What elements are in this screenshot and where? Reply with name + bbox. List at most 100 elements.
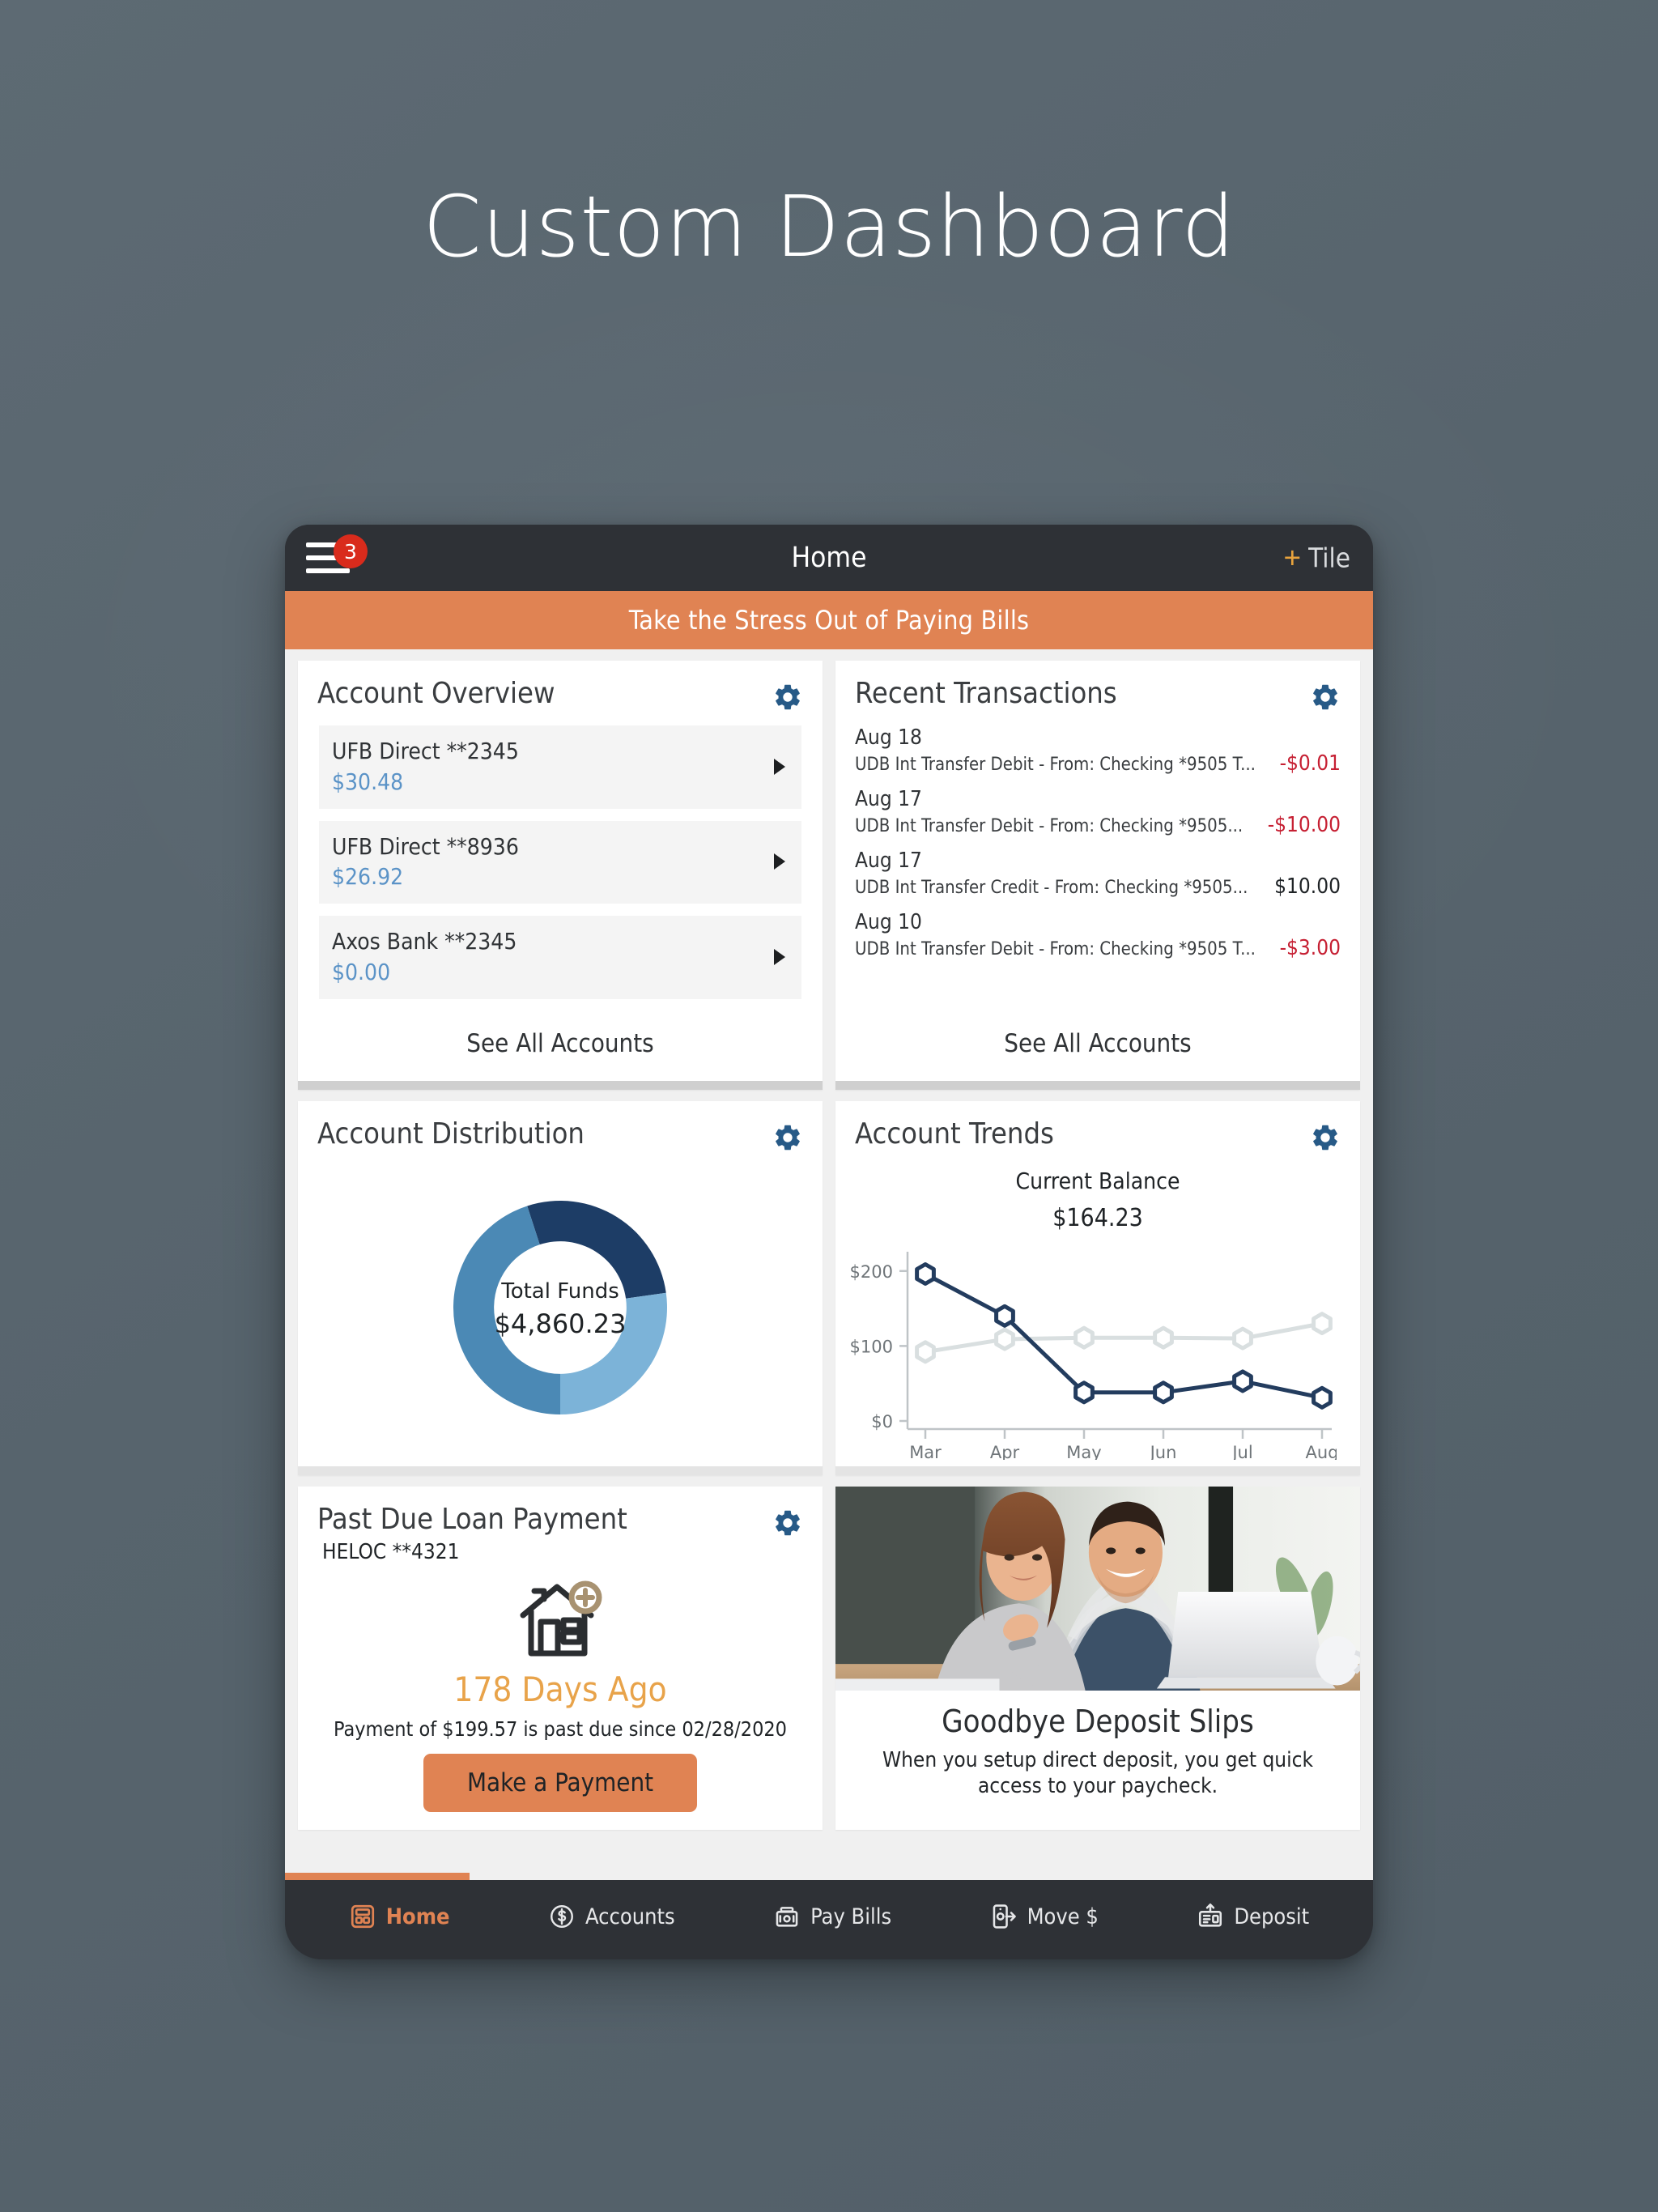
make-a-payment-button[interactable]: Make a Payment [423,1753,698,1812]
transaction-amount: -$0.01 [1279,751,1341,776]
hamburger-bar [306,568,350,573]
transaction-description: UDB Int Transfer Debit - From: Checking … [855,939,1256,959]
donut-chart[interactable]: Total Funds $4,860.23 [298,1153,823,1466]
transaction-date: Aug 17 [855,849,922,873]
data-point-marker[interactable] [1073,1325,1095,1350]
card-header: Recent Transactions [835,661,1360,713]
donut-slice[interactable] [560,1293,667,1415]
transaction-amount: -$10.00 [1267,813,1341,837]
data-point-marker[interactable] [1153,1380,1174,1405]
card-past-due-loan: Past Due Loan Payment HELOC **4321 178 D… [298,1486,823,1830]
card-account-distribution: Account Distribution Total Funds $4,860.… [298,1100,823,1475]
card-recent-transactions: Recent Transactions Aug 18 UDB Int Trans… [835,661,1360,1090]
donut-slice[interactable] [527,1201,666,1300]
card-deposit-promo[interactable]: Goodbye Deposit Slips When you setup dir… [835,1486,1360,1830]
transaction-date: Aug 10 [855,910,922,934]
gear-icon[interactable] [772,682,803,713]
data-point-marker[interactable] [915,1340,936,1364]
account-balance: $26.92 [332,863,404,891]
add-tile-label: Tile [1308,542,1350,574]
transaction-description: UDB Int Transfer Credit - From: Checking… [855,878,1248,898]
gear-icon[interactable] [1310,682,1341,713]
bottom-navigation-bar: Home Accounts Pay Bills Move $ Deposit [285,1880,1373,1959]
past-due-message: Payment of $199.57 is past due since 02/… [334,1716,787,1741]
card-scrollbar[interactable] [298,1080,823,1090]
add-tile-button[interactable]: + Tile [1284,542,1351,574]
data-point-marker[interactable] [1232,1369,1253,1393]
list-item[interactable]: Aug 17 UDB Int Transfer Debit - From: Ch… [855,787,1341,837]
see-all-accounts-link[interactable]: See All Accounts [835,1011,1360,1081]
transaction-list: Aug 18 UDB Int Transfer Debit - From: Ch… [835,713,1360,972]
transaction-date: Aug 18 [855,725,922,750]
page-title: Custom Dashboard [423,177,1235,276]
promo-copy: Goodbye Deposit Slips When you setup dir… [835,1691,1360,1808]
nav-item-pay-bills[interactable]: Pay Bills [773,1903,891,1930]
trend-headline: Current Balance $164.23 [835,1153,1360,1232]
nav-item-accounts[interactable]: Accounts [548,1903,675,1930]
nav-item-home[interactable]: Home [349,1903,450,1930]
chevron-right-icon [774,758,785,775]
data-point-marker[interactable] [1073,1380,1095,1405]
account-list: UFB Direct **2345 $30.48 UFB Direct **89… [298,713,823,1011]
transaction-amount: -$3.00 [1279,936,1341,960]
list-item[interactable]: Aug 18 UDB Int Transfer Debit - From: Ch… [855,725,1341,776]
nav-label: Move $ [1027,1904,1099,1929]
see-all-accounts-link[interactable]: See All Accounts [298,1011,823,1081]
current-balance-value: $164.23 [1052,1203,1143,1232]
list-item[interactable]: Axos Bank **2345 $0.00 [319,916,801,999]
x-tick-label: Jun [1149,1443,1177,1460]
card-header: Account Distribution [298,1101,823,1153]
x-tick-label: Mar [909,1443,942,1460]
bill-jar-icon [773,1903,801,1930]
card-title: Account Trends [855,1117,1054,1151]
promo-banner[interactable]: Take the Stress Out of Paying Bills [285,591,1373,649]
data-point-marker[interactable] [1312,1385,1333,1410]
deposit-upload-icon [1197,1903,1224,1930]
y-tick-label: $200 [851,1262,893,1282]
house-plus-icon [298,1564,823,1665]
chevron-right-icon [774,853,785,870]
promo-body: When you setup direct deposit, you get q… [882,1747,1314,1799]
list-item[interactable]: UFB Direct **2345 $30.48 [319,725,801,809]
nav-item-move-money[interactable]: Move $ [990,1903,1099,1930]
card-title: Account Overview [317,677,555,710]
x-tick-label: Jul [1231,1443,1252,1460]
hamburger-menu-icon[interactable]: 3 [306,534,368,575]
data-point-marker[interactable] [994,1304,1015,1328]
nav-label: Deposit [1234,1904,1310,1929]
gear-icon[interactable] [772,1122,803,1153]
card-scrollbar[interactable] [298,1465,823,1475]
list-item[interactable]: Aug 17 UDB Int Transfer Credit - From: C… [855,849,1341,899]
card-header: Past Due Loan Payment [298,1487,823,1538]
loan-account-label: HELOC **4321 [322,1539,460,1564]
data-point-marker[interactable] [1153,1325,1174,1350]
x-tick-label: Aug [1305,1443,1337,1460]
list-item[interactable]: Aug 10 UDB Int Transfer Debit - From: Ch… [855,910,1341,960]
data-point-marker[interactable] [994,1327,1015,1351]
current-balance-label: Current Balance [1015,1167,1180,1194]
card-scrollbar[interactable] [835,1080,1360,1090]
gear-icon[interactable] [772,1508,803,1538]
x-tick-label: May [1066,1443,1101,1460]
line-chart[interactable]: $0 $100 $200 Mar Apr May Jun Jul Aug [835,1232,1360,1466]
nav-item-deposit[interactable]: Deposit [1197,1903,1309,1930]
couple-at-laptop-photo [835,1486,1360,1691]
gear-icon[interactable] [1310,1122,1341,1153]
card-scrollbar[interactable] [835,1465,1360,1475]
transaction-row: UDB Int Transfer Debit - From: Checking … [855,813,1341,837]
list-item[interactable]: UFB Direct **8936 $26.92 [319,820,801,904]
promo-banner-text: Take the Stress Out of Paying Bills [628,605,1030,636]
data-point-marker[interactable] [1312,1311,1333,1335]
data-point-marker[interactable] [1232,1326,1253,1351]
nav-label: Home [385,1904,450,1929]
days-past-due: 178 Days Ago [453,1669,667,1709]
promo-heading: Goodbye Deposit Slips [942,1703,1254,1739]
data-point-marker[interactable] [915,1261,936,1286]
transaction-date: Aug 17 [855,787,922,811]
x-tick-label: Apr [990,1443,1020,1460]
screen-title: Home [791,542,867,574]
phone-arrow-icon [990,1903,1018,1930]
account-name: Axos Bank **2345 [332,928,517,955]
